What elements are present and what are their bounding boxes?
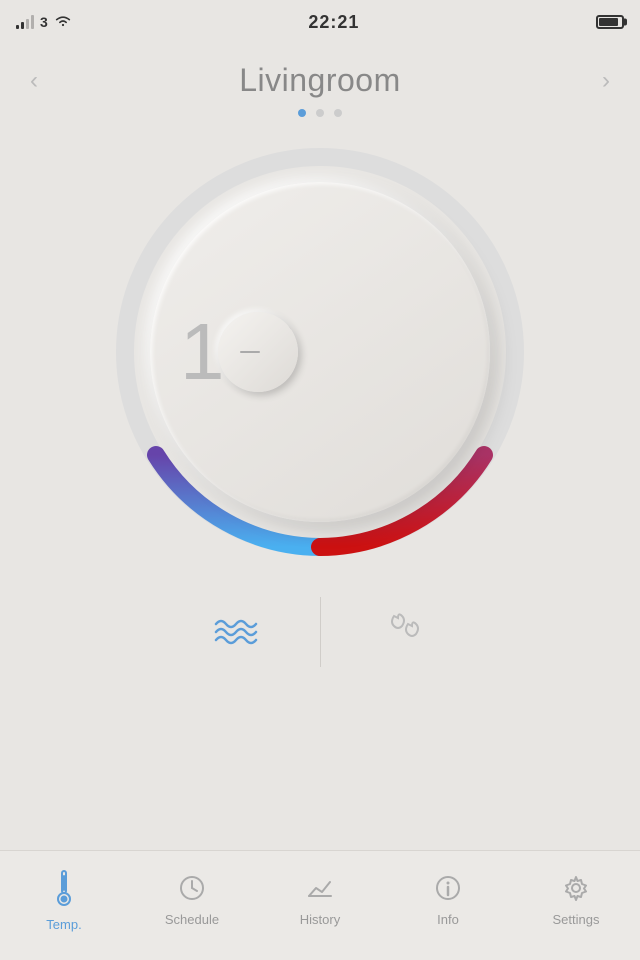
tab-temp[interactable]: Temp. bbox=[0, 851, 128, 960]
info-icon bbox=[434, 874, 462, 906]
wave-icon bbox=[212, 612, 258, 653]
dial-circle[interactable]: 18° bbox=[150, 182, 490, 522]
tab-schedule[interactable]: Schedule bbox=[128, 851, 256, 960]
status-right bbox=[596, 15, 624, 29]
drops-mode-button[interactable] bbox=[321, 597, 491, 667]
thermostat-area: 18° bbox=[0, 137, 640, 667]
tab-bar: Temp. Schedule History bbox=[0, 850, 640, 960]
tab-info-label: Info bbox=[437, 912, 459, 927]
tab-temp-label: Temp. bbox=[46, 917, 81, 932]
thermostat-knob[interactable] bbox=[218, 312, 298, 392]
status-time: 22:21 bbox=[308, 12, 359, 33]
dot-1[interactable] bbox=[298, 109, 306, 117]
drops-icon bbox=[382, 612, 428, 653]
dot-2[interactable] bbox=[316, 109, 324, 117]
gear-icon bbox=[562, 874, 590, 906]
thermostat-ring[interactable]: 18° bbox=[105, 137, 535, 567]
tab-info[interactable]: Info bbox=[384, 851, 512, 960]
prev-room-button[interactable]: ‹ bbox=[30, 67, 38, 95]
knob-indicator bbox=[240, 351, 260, 353]
thermometer-icon bbox=[54, 869, 74, 911]
tab-history[interactable]: History bbox=[256, 851, 384, 960]
tab-schedule-label: Schedule bbox=[165, 912, 219, 927]
dot-3[interactable] bbox=[334, 109, 342, 117]
wifi-icon bbox=[54, 14, 72, 31]
room-name: Livingroom bbox=[239, 62, 401, 99]
tab-history-label: History bbox=[300, 912, 340, 927]
mode-controls bbox=[150, 597, 490, 667]
signal-icon bbox=[16, 15, 34, 29]
signal-label: 3 bbox=[40, 14, 48, 30]
battery-icon bbox=[596, 15, 624, 29]
wave-mode-button[interactable] bbox=[150, 597, 321, 667]
page-dots bbox=[0, 109, 640, 117]
status-bar: 3 22:21 bbox=[0, 0, 640, 44]
room-header: ‹ Livingroom › bbox=[0, 44, 640, 109]
clock-icon bbox=[178, 874, 206, 906]
next-room-button[interactable]: › bbox=[602, 67, 610, 95]
tab-settings[interactable]: Settings bbox=[512, 851, 640, 960]
status-left: 3 bbox=[16, 14, 72, 31]
chart-icon bbox=[306, 874, 334, 906]
tab-settings-label: Settings bbox=[553, 912, 600, 927]
